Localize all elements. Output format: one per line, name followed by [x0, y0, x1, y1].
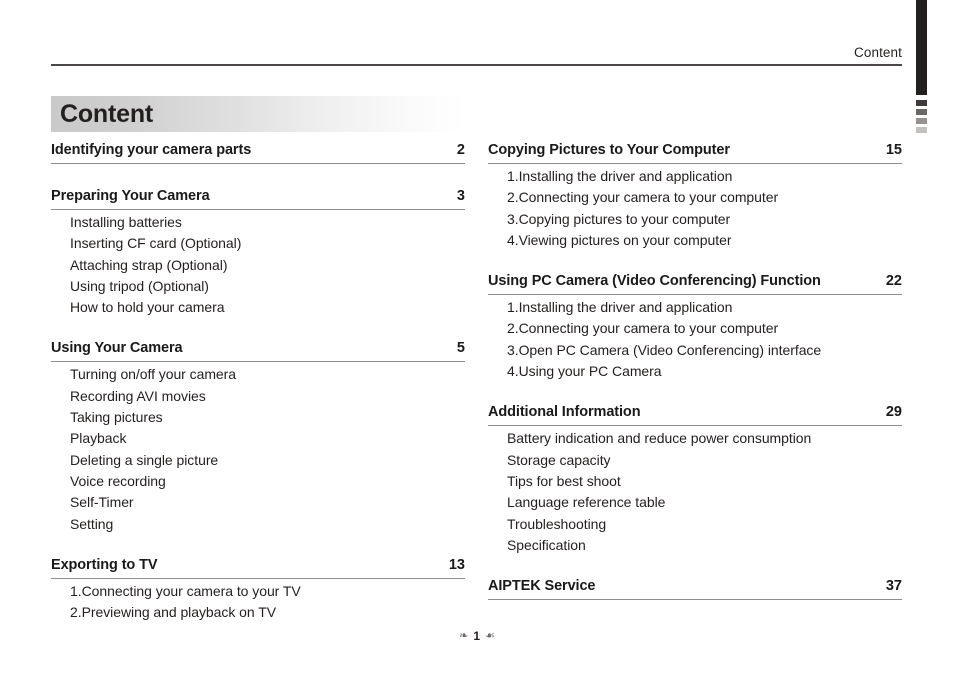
toc-section-heading[interactable]: Copying Pictures to Your Computer 15 — [488, 142, 902, 164]
toc-subitem[interactable]: Attaching strap (Optional) — [70, 255, 465, 276]
header-rule — [51, 64, 902, 66]
edge-tab-squares — [916, 100, 927, 136]
edge-square-3 — [916, 118, 927, 124]
toc-subitem-list: Battery indication and reduce power cons… — [488, 428, 902, 556]
toc-subitem-list: Turning on/off your camera Recording AVI … — [51, 364, 465, 534]
toc-section-title: Using PC Camera (Video Conferencing) Fun… — [488, 273, 821, 290]
toc-section: Additional Information 29 Battery indicati… — [488, 404, 902, 556]
ornament-left-icon: ❧ — [459, 630, 469, 642]
toc-subitem[interactable]: 4.Viewing pictures on your computer — [507, 230, 902, 251]
toc-subitem-list: 1.Installing the driver and application 2… — [488, 166, 902, 251]
toc-subitem[interactable]: How to hold your camera — [70, 297, 465, 318]
toc-section: Preparing Your Camera 3 Installing batteri… — [51, 188, 465, 318]
toc-section-page-number: 37 — [885, 578, 902, 595]
toc-subitem[interactable]: Troubleshooting — [507, 514, 902, 535]
edge-square-1 — [916, 100, 927, 106]
toc-section-heading[interactable]: Using PC Camera (Video Conferencing) Fun… — [488, 273, 902, 296]
page-footer: ❧ 1 ☙ — [0, 629, 954, 643]
toc-subitem[interactable]: Storage capacity — [507, 450, 902, 471]
toc-subitem[interactable]: Self-Timer — [70, 492, 465, 513]
toc-subitem[interactable]: Using tripod (Optional) — [70, 276, 465, 297]
running-header-text: Content — [854, 45, 902, 60]
edge-square-4 — [916, 127, 927, 133]
toc-subitem[interactable]: 2.Previewing and playback on TV — [70, 602, 465, 623]
toc-subitem[interactable]: 2.Connecting your camera to your compute… — [507, 187, 902, 208]
ornament-right-icon: ☙ — [485, 630, 495, 642]
toc-section: Using Your Camera 5 Turning on/off your ca… — [51, 340, 465, 534]
toc-section-page-number: 13 — [448, 556, 465, 573]
toc-subitem-list: Installing batteries Inserting CF card (O… — [51, 212, 465, 318]
toc-section-page-number: 22 — [885, 273, 902, 290]
toc-subitem[interactable]: Turning on/off your camera — [70, 364, 465, 385]
toc-section-page-number: 3 — [456, 188, 465, 204]
toc-subitem[interactable]: Installing batteries — [70, 212, 465, 233]
toc-column-right: Copying Pictures to Your Computer 15 1.Ins… — [488, 142, 902, 602]
edge-tab-bar — [916, 0, 927, 95]
toc-section-title: Additional Information — [488, 404, 641, 421]
toc-section: AIPTEK Service 37 — [488, 578, 902, 601]
toc-subitem[interactable]: Inserting CF card (Optional) — [70, 233, 465, 254]
toc-subitem[interactable]: 3.Open PC Camera (Video Conferencing) in… — [507, 340, 902, 361]
toc-section-heading[interactable]: Additional Information 29 — [488, 404, 902, 427]
toc-subitem[interactable]: 1.Connecting your camera to your TV — [70, 581, 465, 602]
toc-subitem[interactable]: 1.Installing the driver and application — [507, 297, 902, 318]
toc-section: Identifying your camera parts 2 — [51, 142, 465, 164]
toc-section: Copying Pictures to Your Computer 15 1.Ins… — [488, 142, 902, 251]
toc-section-heading[interactable]: Preparing Your Camera 3 — [51, 188, 465, 210]
toc-section-page-number: 2 — [456, 142, 465, 158]
toc-section: Using PC Camera (Video Conferencing) Fun… — [488, 273, 902, 382]
toc-section-page-number: 15 — [885, 142, 902, 158]
toc-subitem[interactable]: 3.Copying pictures to your computer — [507, 209, 902, 230]
toc-subitem[interactable]: Taking pictures — [70, 407, 465, 428]
toc-section-page-number: 29 — [885, 404, 902, 421]
toc-section: Exporting to TV 13 1.Connecting your camer… — [51, 557, 465, 624]
toc-subitem[interactable]: Playback — [70, 428, 465, 449]
toc-column-left: Identifying your camera parts 2 Preparing … — [51, 142, 465, 623]
running-header: Content — [51, 44, 902, 62]
toc-subitem-list: 1.Installing the driver and application 2… — [488, 297, 902, 382]
toc-subitem[interactable]: Voice recording — [70, 471, 465, 492]
toc-subitem[interactable]: Setting — [70, 514, 465, 535]
page-title-banner: Content — [51, 96, 465, 132]
toc-subitem[interactable]: Tips for best shoot — [507, 471, 902, 492]
toc-subitem[interactable]: Language reference table — [507, 492, 902, 513]
toc-section-page-number: 5 — [456, 340, 465, 357]
toc-subitem-list: 1.Connecting your camera to your TV 2.Pre… — [51, 581, 465, 624]
toc-subitem[interactable]: Recording AVI movies — [70, 386, 465, 407]
toc-section-title: AIPTEK Service — [488, 578, 596, 595]
toc-subitem[interactable]: 2.Connecting your camera to your compute… — [507, 318, 902, 339]
toc-section-title: Identifying your camera parts — [51, 142, 252, 158]
toc-section-title: Preparing Your Camera — [51, 188, 210, 204]
toc-subitem[interactable]: 1.Installing the driver and application — [507, 166, 902, 187]
toc-section-heading[interactable]: AIPTEK Service 37 — [488, 578, 902, 601]
footer-page-number: 1 — [473, 629, 481, 643]
toc-section-title: Using Your Camera — [51, 340, 183, 357]
edge-square-2 — [916, 109, 927, 115]
toc-subitem[interactable]: Deleting a single picture — [70, 450, 465, 471]
toc-subitem[interactable]: Specification — [507, 535, 902, 556]
toc-subitem[interactable]: 4.Using your PC Camera — [507, 361, 902, 382]
toc-section-heading[interactable]: Identifying your camera parts 2 — [51, 142, 465, 164]
toc-section-title: Exporting to TV — [51, 556, 158, 573]
toc-subitem[interactable]: Battery indication and reduce power cons… — [507, 428, 902, 449]
toc-section-heading[interactable]: Exporting to TV 13 — [51, 557, 465, 579]
toc-section-heading[interactable]: Using Your Camera 5 — [51, 340, 465, 363]
toc-section-title: Copying Pictures to Your Computer — [488, 142, 730, 158]
page-title: Content — [60, 100, 154, 128]
